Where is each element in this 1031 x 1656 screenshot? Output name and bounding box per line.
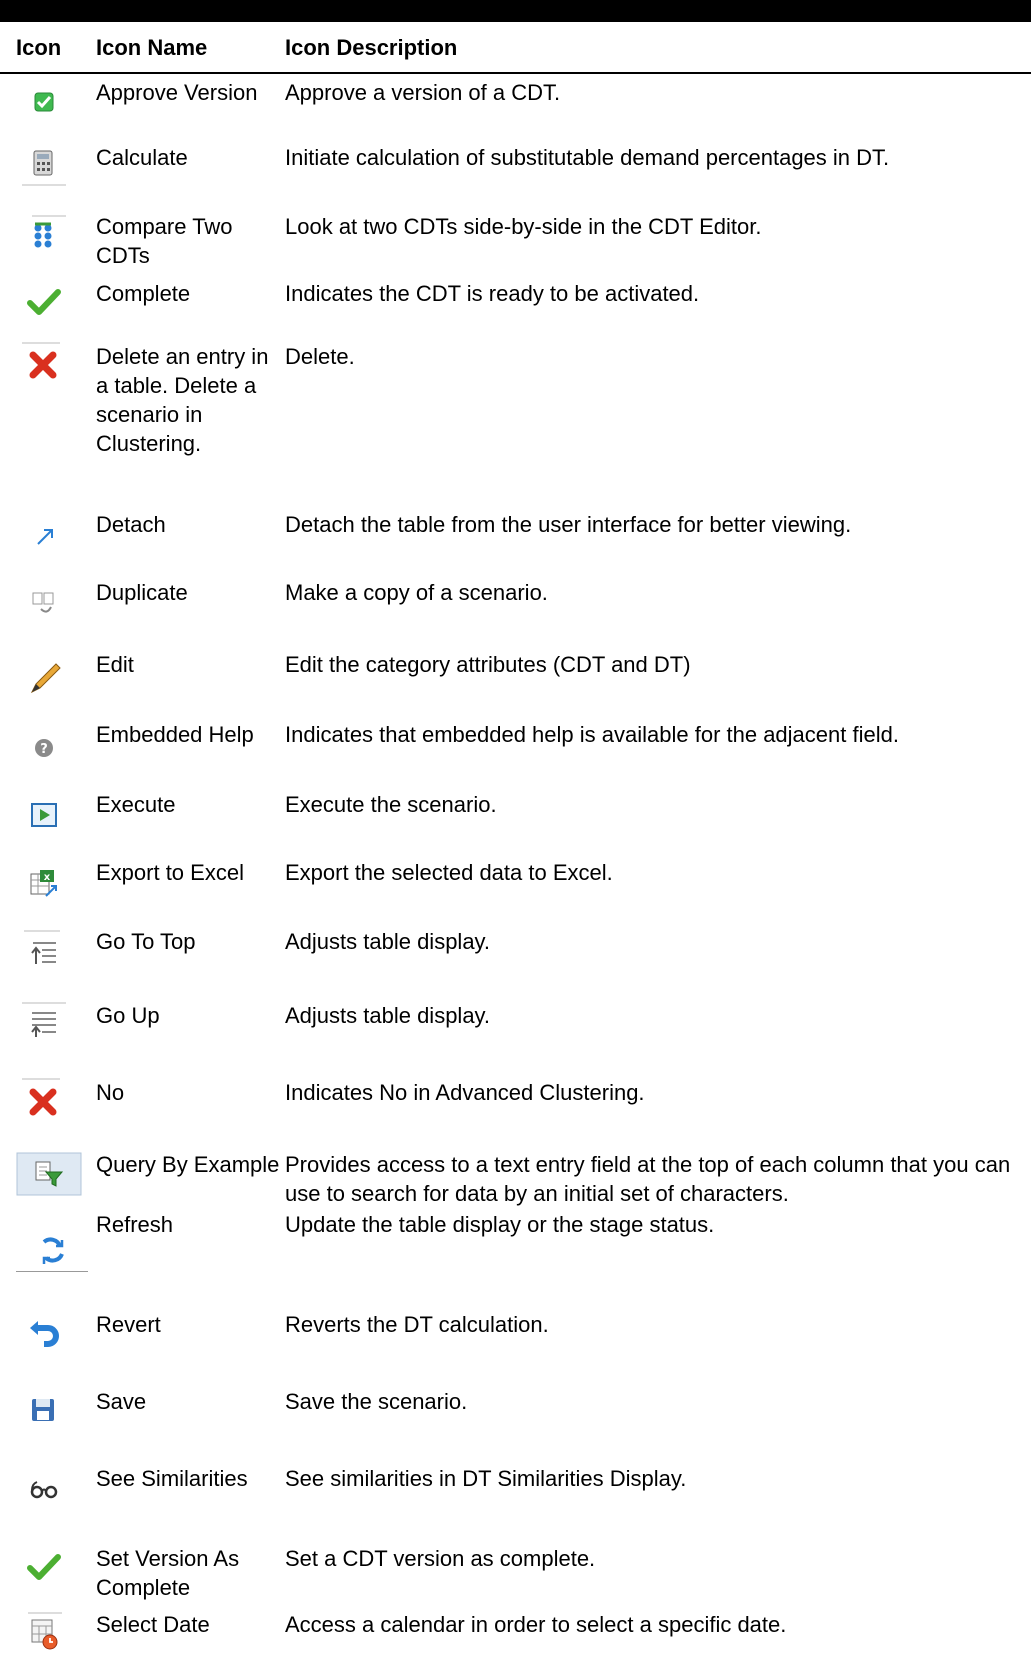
- save-disk-icon: [22, 1389, 66, 1433]
- checkmark-icon: [22, 1544, 66, 1588]
- calculator-icon: [22, 143, 66, 187]
- glasses-icon: [22, 1466, 66, 1510]
- icon-name: Refresh: [96, 1212, 174, 1237]
- icon-name: No: [96, 1080, 125, 1105]
- icon-name: Approve Version: [96, 80, 258, 105]
- icon-name: Delete an entry in a table. Delete a sce…: [96, 344, 269, 456]
- help-question-icon: ?: [22, 726, 66, 770]
- icon-description: Provides access to a text entry field at…: [285, 1152, 1011, 1206]
- icon-description: See similarities in DT Similarities Disp…: [285, 1466, 687, 1491]
- icon-name: Go Up: [96, 1003, 160, 1028]
- svg-text:x: x: [44, 872, 51, 883]
- calendar-clock-icon: [22, 1612, 66, 1656]
- icon-description: Approve a version of a CDT.: [285, 80, 561, 105]
- revert-icon: [22, 1312, 66, 1356]
- execute-play-icon: [22, 794, 66, 838]
- icon-name: Duplicate: [96, 580, 188, 605]
- icon-description: Save the scenario.: [285, 1389, 468, 1414]
- icon-description: Make a copy of a scenario.: [285, 580, 548, 605]
- icon-description: Adjusts table display.: [285, 1003, 491, 1028]
- svg-text:?: ?: [40, 742, 48, 757]
- red-x-icon: [22, 342, 66, 386]
- icon-description: Adjusts table display.: [285, 929, 491, 954]
- icon-description: Initiate calculation of substitutable de…: [285, 145, 890, 170]
- header-icon: Icon: [16, 35, 62, 60]
- compare-icon: [22, 212, 66, 256]
- icon-name: Export to Excel: [96, 860, 244, 885]
- approve-check-icon: [22, 80, 66, 124]
- refresh-icon: [16, 1228, 88, 1272]
- icon-name: Edit: [96, 652, 134, 677]
- red-x-icon: [22, 1078, 66, 1122]
- icon-name: Go To Top: [96, 929, 196, 954]
- icon-description: Edit the category attributes (CDT and DT…: [285, 652, 691, 677]
- go-to-top-icon: [22, 929, 66, 973]
- icon-description: Look at two CDTs side-by-side in the CDT…: [285, 214, 762, 239]
- pencil-icon: [22, 656, 66, 700]
- icon-name: Query By Example: [96, 1152, 280, 1177]
- query-filter-icon: [16, 1152, 82, 1196]
- icon-name: Save: [96, 1389, 147, 1414]
- icon-name: Embedded Help: [96, 722, 254, 747]
- icon-description: Update the table display or the stage st…: [285, 1212, 715, 1237]
- detach-arrow-icon: [22, 514, 66, 558]
- icon-description: Access a calendar in order to select a s…: [285, 1612, 787, 1637]
- icon-name: Compare Two CDTs: [96, 214, 233, 268]
- icon-name: Revert: [96, 1312, 161, 1337]
- duplicate-icon: [22, 582, 66, 626]
- checkmark-icon: [22, 279, 66, 323]
- icon-name: Detach: [96, 512, 166, 537]
- icon-name: Set Version As Complete: [96, 1546, 240, 1600]
- excel-export-icon: x: [22, 862, 66, 906]
- icon-description: Set a CDT version as complete.: [285, 1546, 596, 1571]
- icon-description: Indicates No in Advanced Clustering.: [285, 1080, 645, 1105]
- icon-description: Indicates the CDT is ready to be activat…: [285, 281, 700, 306]
- header-icon-description: Icon Description: [285, 35, 458, 60]
- header-icon-name: Icon Name: [96, 35, 208, 60]
- go-up-icon: [22, 1001, 66, 1045]
- icon-description: Delete.: [285, 344, 355, 369]
- top-rule: [0, 0, 1031, 22]
- icon-name: Complete: [96, 281, 191, 306]
- icon-description: Indicates that embedded help is availabl…: [285, 722, 899, 747]
- icon-description: Reverts the DT calculation.: [285, 1312, 549, 1337]
- icon-name: Select Date: [96, 1612, 210, 1637]
- header-rule: [0, 72, 1031, 74]
- icon-description: Detach the table from the user interface…: [285, 512, 852, 537]
- icon-description: Execute the scenario.: [285, 792, 497, 817]
- icon-description: Export the selected data to Excel.: [285, 860, 613, 885]
- icon-name: Execute: [96, 792, 176, 817]
- icon-name: See Similarities: [96, 1466, 248, 1491]
- icon-name: Calculate: [96, 145, 188, 170]
